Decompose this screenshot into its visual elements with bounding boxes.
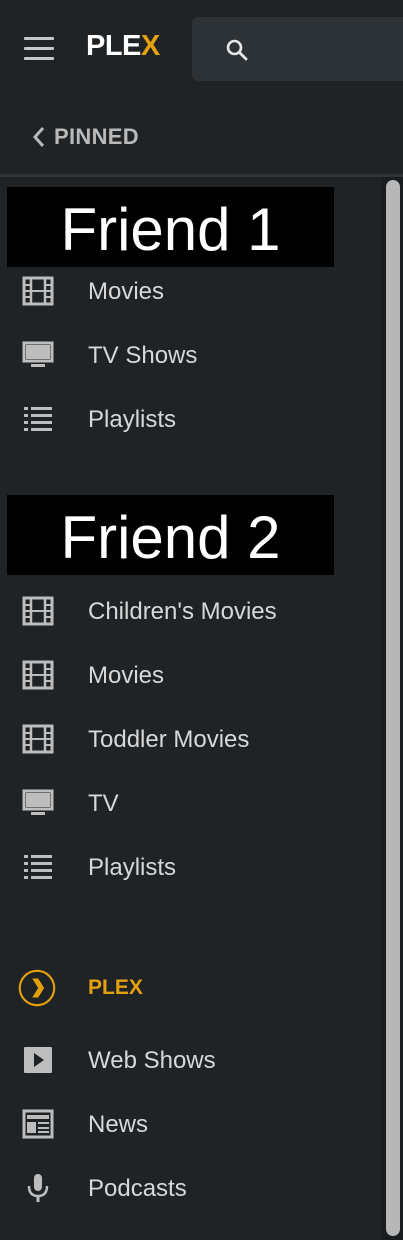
- film-icon: [22, 724, 54, 754]
- list-icon: [24, 855, 52, 879]
- sidebar-item-movies[interactable]: Movies: [0, 649, 380, 701]
- sidebar-item-playlists[interactable]: Playlists: [0, 393, 380, 445]
- friend-1-header: Friend 1: [7, 187, 334, 267]
- sidebar-item-label: Playlists: [88, 406, 177, 433]
- sidebar-item-label: Movies: [88, 278, 165, 305]
- sidebar-item-news[interactable]: News: [0, 1098, 380, 1150]
- back-to-pinned-link[interactable]: PINNED: [30, 122, 139, 152]
- sidebar-item-toddler-movies[interactable]: Toddler Movies: [0, 713, 380, 765]
- chevron-left-icon: [32, 127, 45, 147]
- sidebar-item-label: Web Shows: [88, 1047, 216, 1074]
- sidebar-item-label: Toddler Movies: [88, 726, 250, 753]
- search-icon: [226, 39, 248, 61]
- pinned-label: PINNED: [54, 124, 139, 149]
- tv-icon: [22, 789, 54, 815]
- plex-chevron-icon: [18, 969, 56, 1007]
- list-icon: [24, 407, 52, 431]
- sidebar-item-plex[interactable]: PLEX: [0, 961, 380, 1013]
- sidebar-item-movies[interactable]: Movies: [0, 265, 380, 317]
- sidebar-item-label: Children's Movies: [88, 598, 277, 625]
- sidebar-item-label: PLEX: [88, 976, 143, 999]
- plex-logo[interactable]: PLEX: [86, 30, 160, 63]
- scrollbar-thumb[interactable]: [386, 180, 400, 1236]
- news-icon: [22, 1109, 54, 1139]
- sidebar-item-web-shows[interactable]: Web Shows: [0, 1034, 380, 1086]
- film-icon: [22, 660, 54, 690]
- header-divider: [0, 174, 403, 177]
- top-bar: PLEX: [0, 0, 403, 98]
- microphone-icon: [27, 1174, 49, 1202]
- sidebar-item-label: Movies: [88, 662, 165, 689]
- sidebar-item-label: Podcasts: [88, 1175, 187, 1202]
- sidebar-item-label: News: [88, 1111, 149, 1138]
- search-input[interactable]: [192, 17, 403, 81]
- sidebar-item-podcasts[interactable]: Podcasts: [0, 1162, 380, 1214]
- hamburger-icon[interactable]: [24, 37, 54, 61]
- sidebar-item-tv-shows[interactable]: TV Shows: [0, 329, 380, 381]
- sidebar-item-label: TV: [88, 790, 119, 817]
- sidebar-item-childrens-movies[interactable]: Children's Movies: [0, 585, 380, 637]
- tv-icon: [22, 341, 54, 367]
- sidebar-item-playlists[interactable]: Playlists: [0, 841, 380, 893]
- friend-2-header: Friend 2: [7, 495, 334, 575]
- sidebar-item-label: TV Shows: [88, 342, 198, 369]
- sidebar-item-label: Playlists: [88, 854, 177, 881]
- play-icon: [24, 1047, 52, 1073]
- film-icon: [22, 596, 54, 626]
- sidebar-item-tv[interactable]: TV: [0, 777, 380, 829]
- film-icon: [22, 276, 54, 306]
